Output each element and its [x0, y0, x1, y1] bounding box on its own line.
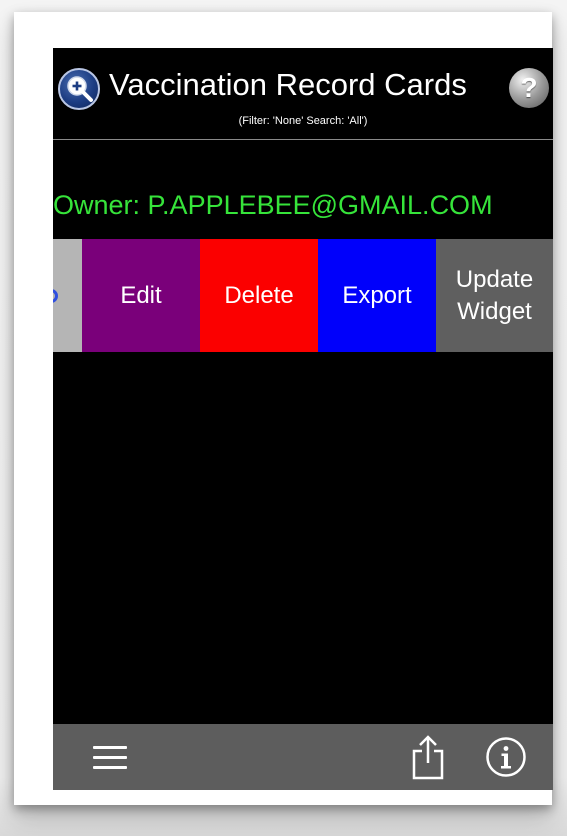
info-icon[interactable] — [485, 736, 527, 778]
edit-button[interactable]: Edit — [82, 239, 200, 352]
header-divider — [53, 139, 553, 140]
update-widget-line2: Widget — [457, 297, 532, 325]
owner-label: Owner: P.APPLEBEE@GMAIL.COM — [53, 190, 493, 220]
delete-button[interactable]: Delete — [200, 239, 318, 352]
app-title: Vaccination Record Cards — [109, 67, 467, 102]
export-label: Export — [342, 281, 412, 309]
card-edge-icon — [53, 289, 58, 303]
filter-status: (Filter: 'None' Search: 'All') — [238, 115, 368, 127]
share-icon[interactable] — [409, 734, 447, 780]
swipe-actions: Edit Delete Export Update Widget — [53, 239, 553, 352]
edit-label: Edit — [120, 281, 162, 309]
hamburger-menu-icon[interactable] — [93, 746, 127, 770]
card-edge[interactable] — [53, 239, 82, 352]
delete-label: Delete — [224, 281, 294, 309]
zoom-search-icon[interactable] — [58, 68, 100, 110]
export-button[interactable]: Export — [318, 239, 436, 352]
screenshot-frame: Vaccination Record Cards (Filter: 'None'… — [14, 12, 553, 805]
help-button[interactable]: ? — [509, 68, 549, 108]
bottom-toolbar — [53, 724, 553, 790]
question-mark-icon: ? — [520, 72, 538, 103]
app-screen: Vaccination Record Cards (Filter: 'None'… — [53, 48, 553, 790]
update-widget-label: Update Widget — [456, 264, 533, 328]
header: Vaccination Record Cards (Filter: 'None'… — [53, 48, 553, 140]
update-widget-button[interactable]: Update Widget — [436, 239, 553, 352]
update-widget-line1: Update — [455, 265, 534, 293]
